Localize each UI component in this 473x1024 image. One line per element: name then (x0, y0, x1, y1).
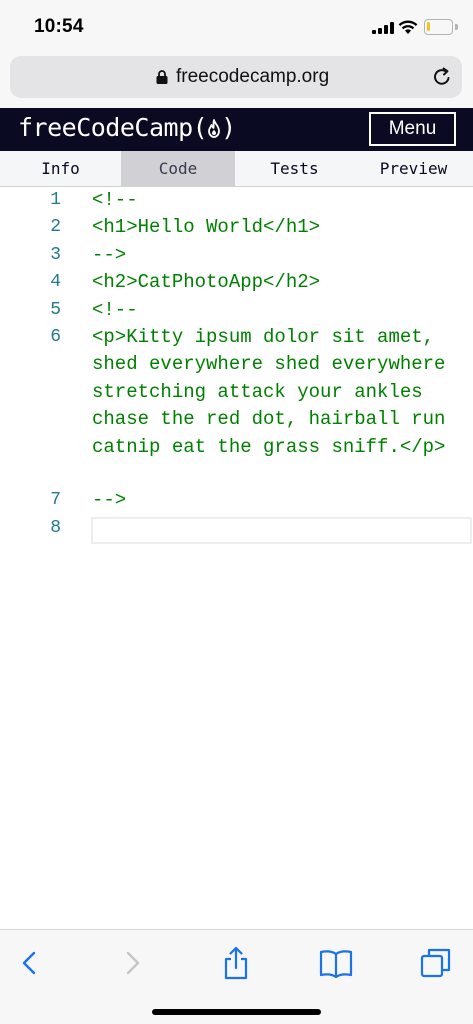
logo-text: freeCodeCamp( (18, 113, 208, 142)
line-number: 3 (50, 245, 61, 265)
tab-bar: Info Code Tests Preview (0, 151, 473, 187)
tab-tests[interactable]: Tests (235, 151, 354, 187)
battery-icon (424, 19, 453, 35)
code-text[interactable]: <h2>CatPhotoApp</h2> (92, 269, 462, 296)
tab-info[interactable]: Info (0, 151, 121, 187)
code-text[interactable]: --> (92, 242, 462, 269)
menu-button[interactable]: Menu (369, 112, 456, 146)
logo-text-end: ) (221, 113, 236, 142)
tab-preview[interactable]: Preview (354, 151, 473, 187)
battery-level (427, 22, 430, 31)
line-number: 7 (50, 490, 61, 510)
code-text[interactable]: <!-- (92, 297, 462, 324)
tab-code[interactable]: Code (121, 151, 235, 187)
line-number: 1 (50, 190, 61, 210)
line-number: 2 (50, 217, 61, 237)
line-number: 8 (50, 518, 61, 538)
active-line-highlight[interactable] (91, 517, 472, 544)
status-bar: 10:54 (0, 0, 473, 52)
back-icon[interactable] (12, 946, 48, 980)
status-time: 10:54 (34, 16, 84, 37)
code-text[interactable]: <h1>Hello World</h1> (92, 214, 462, 241)
tabs-icon[interactable] (418, 946, 454, 980)
line-number: 6 (50, 327, 61, 347)
code-text[interactable]: <p>Kitty ipsum dolor sit amet, shed ever… (92, 324, 462, 461)
fcc-navbar: freeCodeCamp() Menu (0, 108, 473, 151)
url-text: freecodecamp.org (176, 66, 330, 87)
code-editor[interactable]: 1 <!-- 2 <h1>Hello World</h1> 3 --> 4 <h… (0, 187, 473, 929)
battery-tip (455, 24, 458, 30)
cellular-signal-icon (372, 22, 394, 34)
bookmarks-icon[interactable] (318, 946, 354, 980)
wifi-icon (398, 20, 418, 34)
browser-top-bar: freecodecamp.org (0, 52, 473, 108)
share-icon[interactable] (218, 946, 254, 980)
code-text[interactable]: <!-- (92, 187, 462, 214)
address-bar[interactable]: freecodecamp.org (10, 56, 462, 98)
lock-icon (156, 70, 168, 84)
home-indicator[interactable] (152, 1009, 321, 1015)
reload-icon[interactable] (432, 67, 452, 87)
line-number: 4 (50, 272, 61, 292)
forward-icon[interactable] (114, 946, 150, 980)
line-number: 5 (50, 300, 61, 320)
code-text[interactable]: --> (92, 487, 462, 514)
fcc-logo[interactable]: freeCodeCamp() (18, 113, 236, 142)
flame-icon (208, 119, 221, 138)
